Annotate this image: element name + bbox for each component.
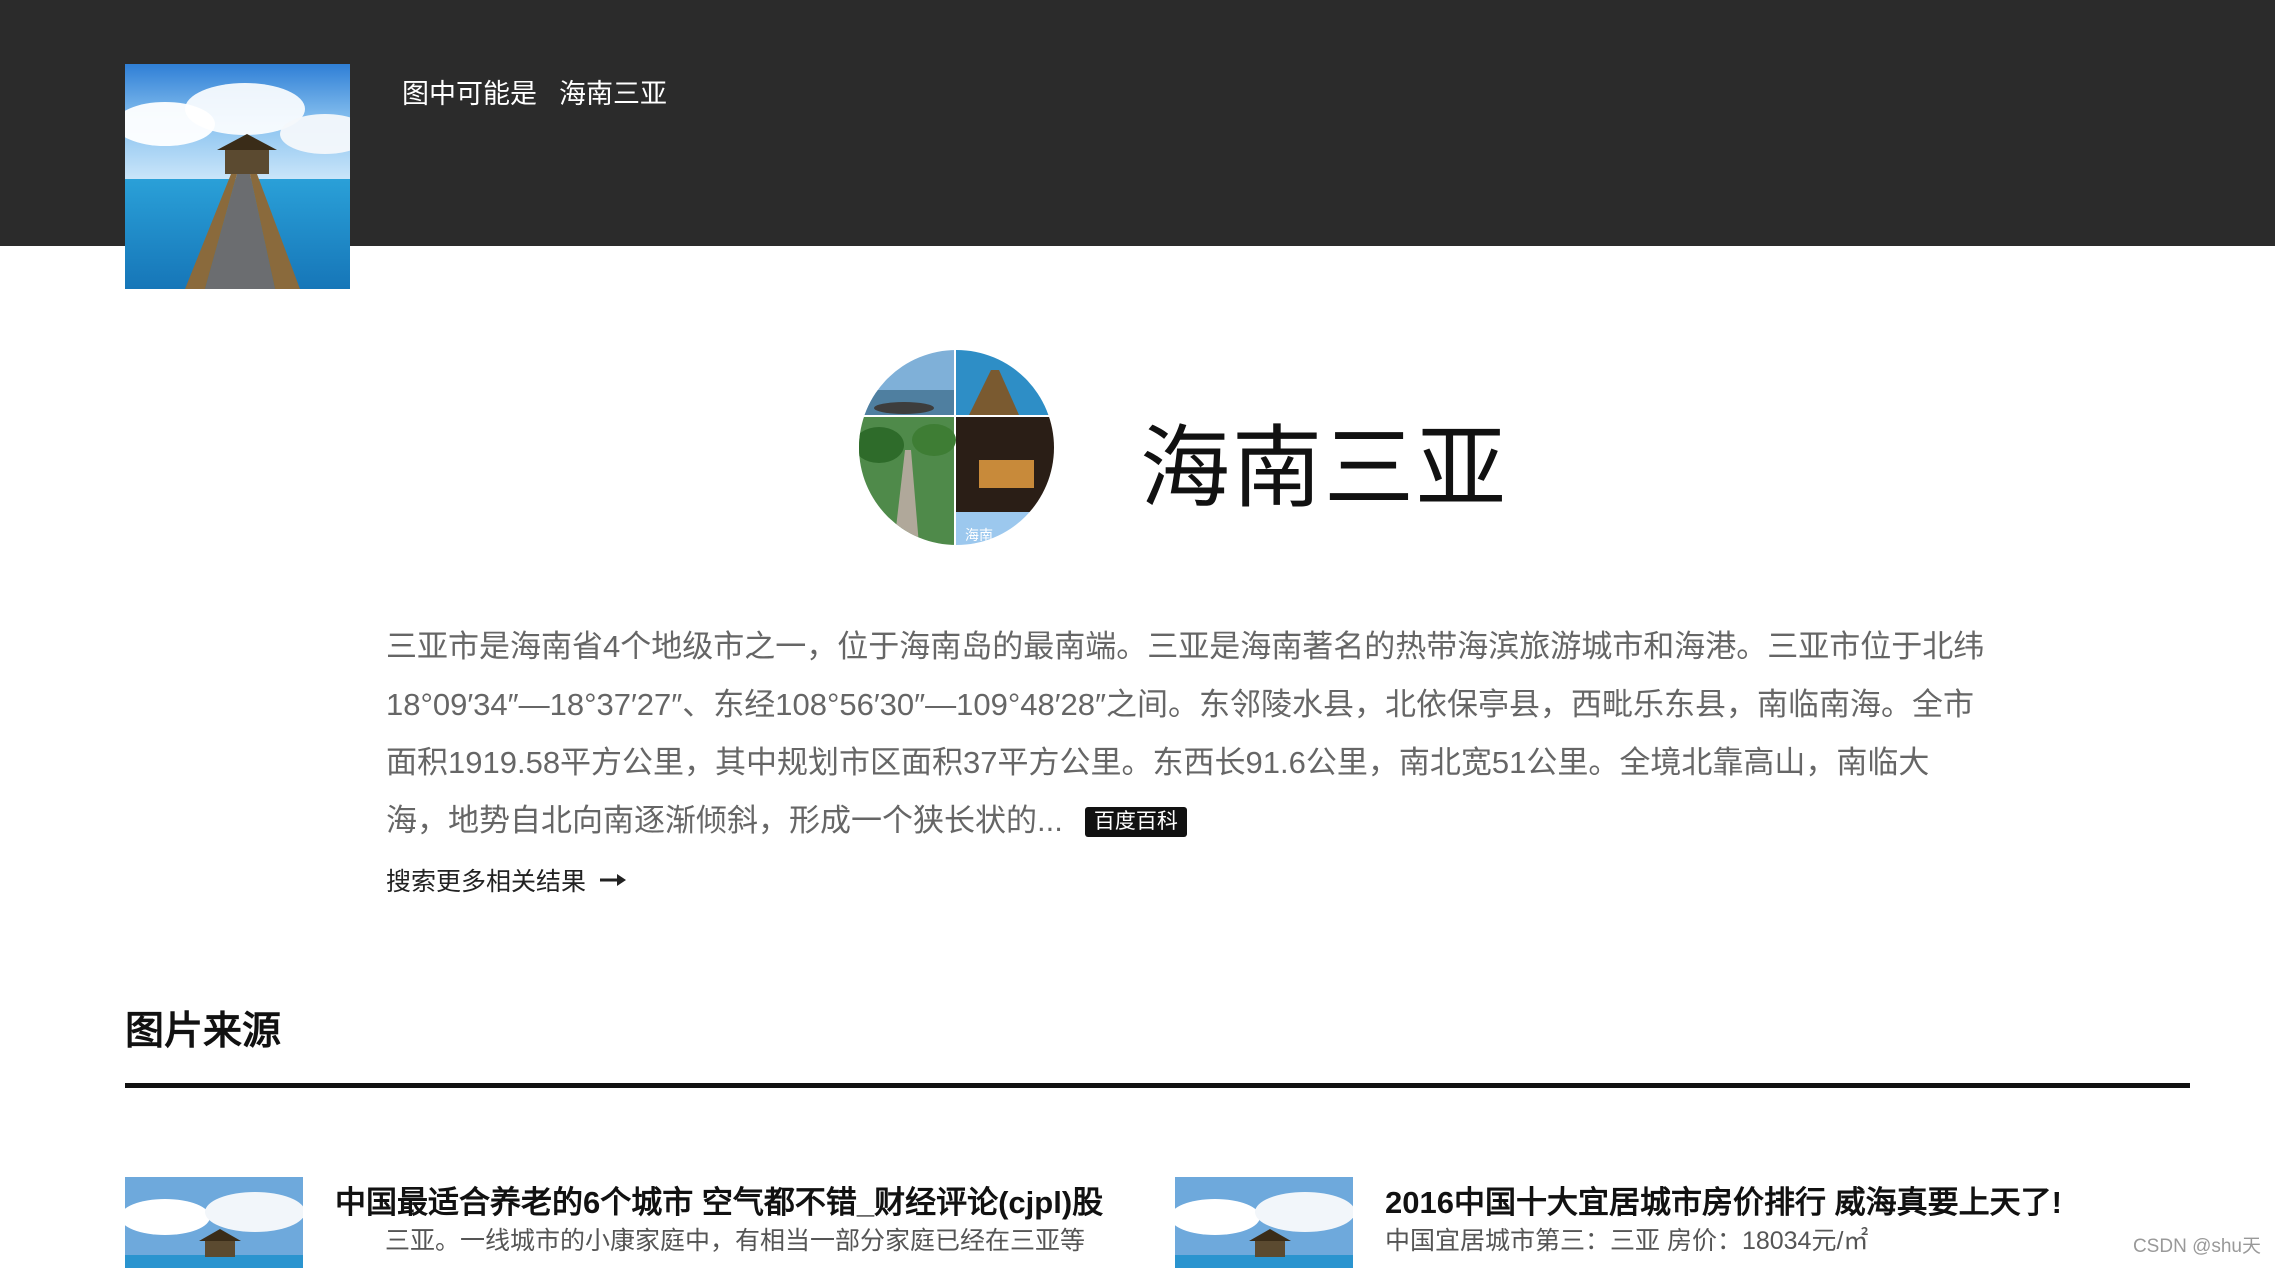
- source-thumbnail[interactable]: [125, 1177, 303, 1268]
- search-more-label: 搜索更多相关结果: [386, 868, 587, 896]
- summary-line: 海，地势自北向南逐渐倾斜，形成一个狭长状的...: [386, 803, 1063, 838]
- source-thumbnail[interactable]: [1175, 1177, 1353, 1268]
- encyclopedia-summary: 三亚市是海南省4个地级市之一，位于海南岛的最南端。三亚是海南著名的热带海滨旅游城…: [386, 618, 1985, 850]
- uploaded-image-thumbnail[interactable]: [125, 64, 350, 289]
- source-snippet: 中国宜居城市第三：三亚 房价：18034元/㎡: [1385, 1227, 1869, 1255]
- guess-label: 图中可能是: [402, 79, 537, 109]
- collage-caption: 海南: [965, 527, 993, 543]
- guess-value-link[interactable]: 海南三亚: [559, 79, 667, 109]
- watermark: CSDN @shu天: [2132, 1236, 2261, 1257]
- top-banner: 图中可能是 海南三亚: [0, 0, 2275, 289]
- hero-collage-image[interactable]: 海南: [859, 350, 1054, 545]
- image-sources-heading: 图片来源: [125, 1010, 282, 1053]
- section-divider: [125, 1083, 2190, 1088]
- recognition-result: 图中可能是 海南三亚: [402, 72, 667, 111]
- baike-source-badge[interactable]: 百度百科: [1084, 807, 1187, 837]
- summary-line: 面积1919.58平方公里，其中规划市区面积37平方公里。东西长91.6公里，南…: [386, 745, 1930, 780]
- source-snippet: 三亚。一线城市的小康家庭中，有相当一部分家庭已经在三亚等: [385, 1227, 1086, 1255]
- arrow-right-icon: [600, 874, 627, 886]
- source-title-link[interactable]: 2016中国十大宜居城市房价排行 威海真要上天了!: [1385, 1177, 2062, 1222]
- source-title-link[interactable]: 中国最适合养老的6个城市 空气都不错_财经评论(cjpl)股: [335, 1177, 1103, 1222]
- hero-title: 海南三亚: [1140, 419, 1508, 519]
- summary-line: 18°09′34″—18°37′27″、东经108°56′30″—109°48′…: [386, 687, 1974, 722]
- search-more-link[interactable]: 搜索更多相关结果: [386, 862, 627, 898]
- summary-line: 三亚市是海南省4个地级市之一，位于海南岛的最南端。三亚是海南著名的热带海滨旅游城…: [386, 629, 1985, 664]
